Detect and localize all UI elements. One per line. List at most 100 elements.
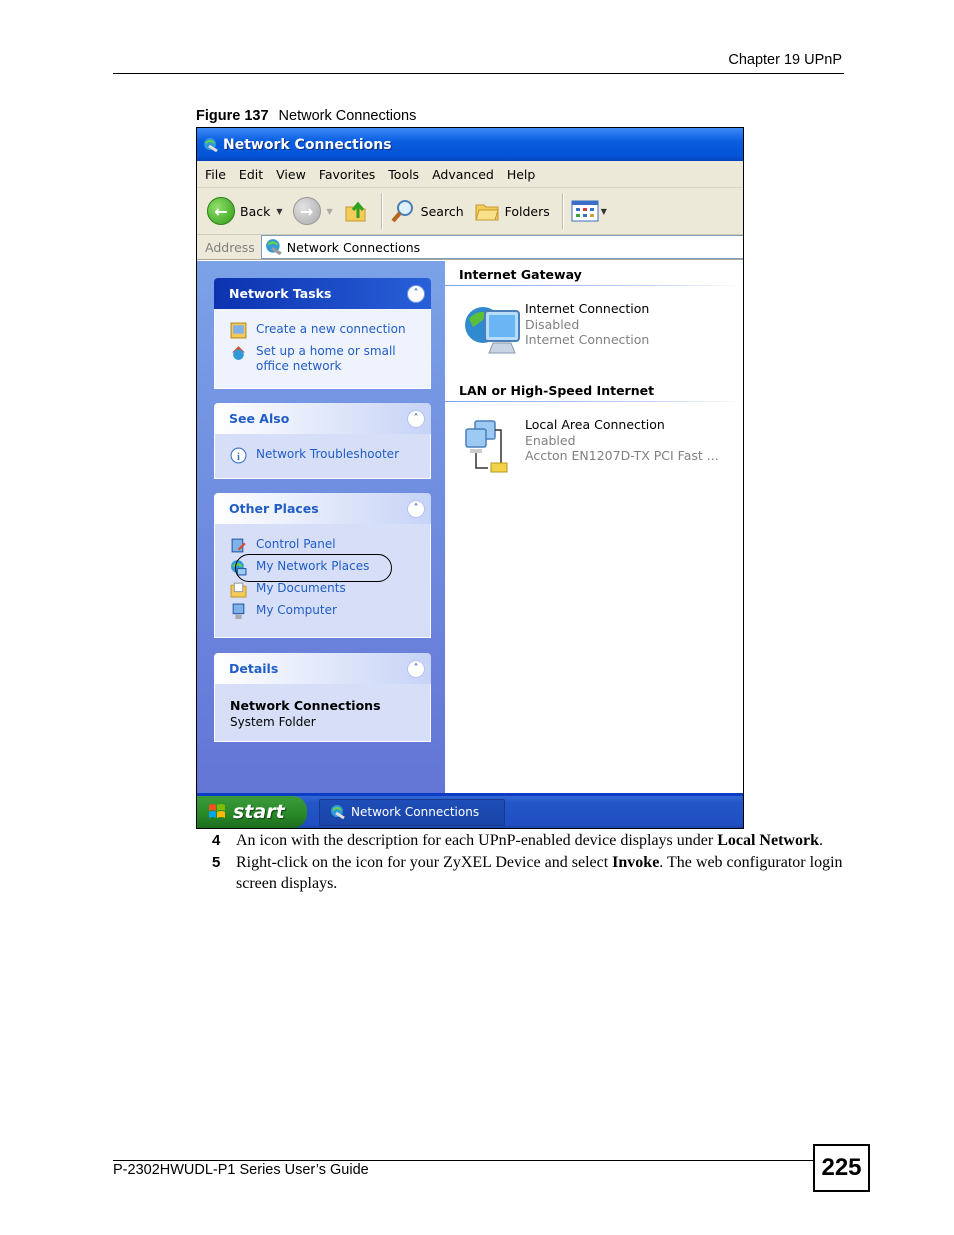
footer-rule: [113, 1160, 813, 1161]
connection-device: Internet Connection: [525, 332, 650, 347]
views-icon: [571, 200, 599, 222]
window-title: Network Connections: [223, 136, 392, 153]
details-body: Network Connections System Folder: [214, 684, 431, 742]
network-tasks-header[interactable]: Network Tasks ˄: [214, 278, 431, 309]
address-label: Address: [205, 239, 255, 255]
place-my-computer[interactable]: My Computer: [230, 603, 422, 620]
place-label: My Documents: [256, 581, 346, 595]
collapse-chevron-icon[interactable]: ˄: [407, 659, 425, 678]
details-title: Details: [229, 661, 279, 676]
task-create-new-connection[interactable]: Create a new connection: [230, 322, 422, 339]
collapse-chevron-icon[interactable]: ˄: [407, 499, 425, 518]
taskbar-task-label: Network Connections: [351, 805, 480, 819]
search-button[interactable]: Search: [390, 198, 464, 224]
place-my-network-places[interactable]: My Network Places: [230, 554, 422, 582]
up-folder-button[interactable]: [343, 198, 369, 224]
collapse-chevron-icon[interactable]: ˄: [407, 284, 425, 303]
page-number: 225: [813, 1144, 870, 1192]
control-panel-icon: [231, 538, 246, 553]
group-rule: [445, 285, 743, 286]
header-rule: [113, 73, 844, 74]
back-label: Back: [240, 203, 271, 219]
network-tasks-body: Create a new connection Set up a home or…: [214, 309, 431, 389]
address-input[interactable]: Network Connections: [260, 235, 743, 259]
step-text-plain: .: [818, 832, 823, 849]
step-number: 4: [212, 832, 221, 849]
search-label: Search: [420, 203, 464, 219]
group-rule: [445, 401, 743, 402]
step-text-plain: An icon with the description for each UP…: [236, 832, 718, 849]
menu-help[interactable]: Help: [507, 167, 536, 182]
menu-bar: File Edit View Favorites Tools Advanced …: [197, 161, 743, 188]
forward-button[interactable]: → ▼: [292, 197, 333, 225]
step-text: An icon with the description for each UP…: [236, 830, 852, 851]
other-places-body: Control Panel My Network Places My Docum…: [214, 524, 431, 638]
see-also-body: i Network Troubleshooter: [214, 434, 431, 479]
views-button[interactable]: ▼: [571, 200, 607, 222]
connection-device: Accton EN1207D-TX PCI Fast ...: [525, 448, 719, 463]
start-button[interactable]: start: [197, 796, 307, 828]
info-icon: i: [230, 447, 247, 464]
internet-connection-icon: [465, 307, 520, 354]
back-dropdown-icon[interactable]: ▼: [276, 207, 282, 216]
folders-button[interactable]: Folders: [474, 199, 550, 223]
see-also-header[interactable]: See Also ˄: [214, 403, 431, 434]
menu-edit[interactable]: Edit: [239, 167, 263, 182]
step-item: 5 Right-click on the icon for your ZyXEL…: [212, 852, 852, 894]
network-tasks-panel: Network Tasks ˄ Create a new connection …: [214, 278, 431, 389]
menu-advanced[interactable]: Advanced: [432, 167, 494, 182]
details-type: System Folder: [230, 715, 316, 729]
task-setup-home-network[interactable]: Set up a home or small office network: [230, 344, 422, 374]
other-places-panel: Other Places ˄ Control Panel My Network …: [214, 493, 431, 638]
connection-status: Disabled: [525, 316, 580, 332]
collapse-chevron-icon[interactable]: ˄: [407, 409, 425, 428]
task-label: Create a new connection: [256, 322, 406, 336]
figure-label: Figure 137: [196, 108, 269, 124]
home-network-icon: [232, 346, 245, 360]
step-item: 4 An icon with the description for each …: [212, 830, 852, 851]
menu-view[interactable]: View: [276, 167, 306, 182]
forward-dropdown-icon[interactable]: ▼: [327, 207, 333, 216]
taskbar-network-connections[interactable]: Network Connections: [319, 798, 505, 826]
views-dropdown-icon[interactable]: ▼: [601, 207, 607, 216]
connection-local-area[interactable]: Local Area Connection Enabled Accton EN1…: [463, 417, 719, 477]
step-text-plain: Right-click on the icon for your ZyXEL D…: [236, 854, 613, 871]
new-connection-icon: [230, 322, 247, 339]
toolbar: ← Back ▼ → ▼ Search Folders ▼: [197, 188, 743, 235]
details-header[interactable]: Details ˄: [214, 653, 431, 684]
group-lan-title: LAN or High-Speed Internet: [459, 383, 655, 398]
other-places-header[interactable]: Other Places ˄: [214, 493, 431, 524]
window-content: Network Tasks ˄ Create a new connection …: [197, 261, 743, 793]
details-panel: Details ˄ Network Connections System Fol…: [214, 653, 431, 742]
menu-favorites[interactable]: Favorites: [319, 167, 375, 182]
back-button[interactable]: ← Back ▼: [207, 197, 283, 225]
place-label: My Computer: [256, 603, 337, 617]
address-bar: Address Network Connections: [197, 235, 743, 260]
connection-internet[interactable]: Internet Connection Disabled Internet Co…: [463, 301, 649, 361]
connection-info: Internet Connection Disabled Internet Co…: [525, 301, 649, 361]
step-text: Right-click on the icon for your ZyXEL D…: [236, 852, 852, 894]
other-places-title: Other Places: [229, 501, 319, 516]
instruction-steps: 4 An icon with the description for each …: [212, 830, 852, 895]
step-number: 5: [212, 854, 221, 871]
network-connections-window: Network Connections File Edit View Favor…: [196, 127, 744, 829]
toolbar-separator: [380, 193, 382, 229]
my-computer-icon: [232, 603, 245, 619]
folders-icon: [474, 204, 499, 221]
network-tasks-title: Network Tasks: [229, 286, 332, 301]
search-icon: [391, 200, 413, 223]
lan-connection-icon: [465, 420, 508, 473]
taskbar: start Network Connections: [197, 793, 743, 828]
figure-caption: Figure 137 Network Connections: [196, 108, 416, 124]
highlight-circle: [235, 554, 392, 582]
network-connections-icon: [204, 137, 218, 152]
place-control-panel[interactable]: Control Panel: [230, 537, 422, 554]
connection-name: Local Area Connection: [525, 417, 665, 432]
menu-tools[interactable]: Tools: [388, 167, 419, 182]
place-my-documents[interactable]: My Documents: [230, 581, 422, 598]
menu-file[interactable]: File: [205, 167, 226, 182]
address-value: Network Connections: [286, 239, 421, 255]
title-bar[interactable]: Network Connections: [197, 128, 743, 161]
windows-logo-icon: [209, 804, 225, 818]
link-network-troubleshooter[interactable]: i Network Troubleshooter: [230, 447, 422, 464]
